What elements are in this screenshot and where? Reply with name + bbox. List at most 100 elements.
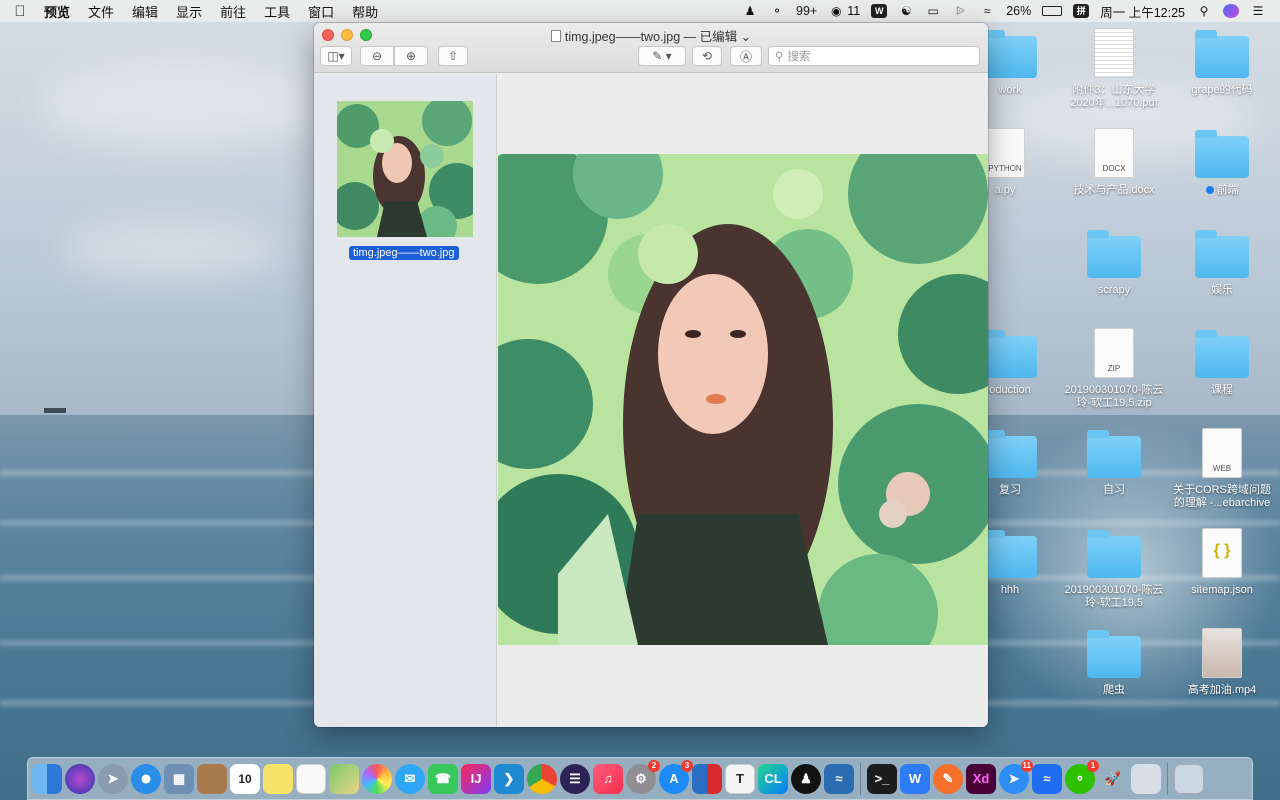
menu-window[interactable]: 窗口 xyxy=(299,2,343,21)
zoom-in-button[interactable]: ⊕ xyxy=(394,46,428,66)
launchpad-icon[interactable]: ➤ xyxy=(98,763,128,794)
wechat-status-icon[interactable]: ⚬ xyxy=(769,4,785,18)
music-icon[interactable]: ♫ xyxy=(593,763,623,794)
main-image[interactable] xyxy=(498,154,988,645)
sidebar-toggle-button[interactable]: ◫▾ xyxy=(320,46,352,66)
clion-icon[interactable]: CL xyxy=(758,763,788,794)
wifi-icon[interactable]: ≈ xyxy=(979,4,995,18)
wps-icon[interactable]: W xyxy=(900,763,930,794)
battery-icon[interactable] xyxy=(1042,6,1063,16)
desktop-folder-crawler[interactable]: 爬虫 xyxy=(1064,630,1164,697)
pdf-file-icon xyxy=(1094,28,1134,78)
adobe-xd-icon[interactable]: Xd xyxy=(966,763,996,794)
menu-app-name[interactable]: 预览 xyxy=(40,2,79,21)
chrome-icon[interactable] xyxy=(527,763,557,794)
finder-icon[interactable] xyxy=(32,763,62,794)
menu-tools[interactable]: 工具 xyxy=(255,2,299,21)
desktop-folder-courses[interactable]: 课程 xyxy=(1172,330,1272,397)
desktop-folder-selfstudy[interactable]: 自习 xyxy=(1064,430,1164,497)
photos-icon[interactable] xyxy=(362,763,392,794)
wps-status-icon[interactable]: W xyxy=(871,4,888,18)
facetime-icon[interactable]: ☎ xyxy=(428,763,458,794)
desktop-folder-scrapy[interactable]: scrapy xyxy=(1064,230,1164,297)
bluetooth-icon[interactable]: ᐉ xyxy=(952,4,968,18)
menu-file[interactable]: 文件 xyxy=(79,2,123,21)
menu-go[interactable]: 前往 xyxy=(211,2,255,21)
desktop-folder-grape[interactable]: grape的代码 xyxy=(1172,30,1272,97)
json-file-icon: { } xyxy=(1202,528,1242,578)
thumbnail-image[interactable] xyxy=(337,101,473,237)
spotlight-search-icon[interactable]: ⚲ xyxy=(1196,4,1212,18)
desktop-file-json[interactable]: { } sitemap.json xyxy=(1172,528,1272,597)
desktop-folder-frontend[interactable]: 前端 xyxy=(1172,130,1272,197)
folder-icon xyxy=(1195,130,1249,178)
folder-icon xyxy=(983,30,1037,78)
qq-icon[interactable]: ♟ xyxy=(791,763,821,794)
reminders-icon[interactable] xyxy=(296,763,326,794)
parallels-icon[interactable] xyxy=(692,763,722,794)
airplay-icon[interactable]: ▭ xyxy=(925,4,941,18)
terminal-icon[interactable]: >_ xyxy=(867,763,897,794)
sketch-pen-icon[interactable]: ✎ xyxy=(933,763,963,794)
desktop-file-zip[interactable]: ZIP 201900301070-陈云玲-软工19.5.zip xyxy=(1064,328,1164,410)
notification-app-icon[interactable]: ◉ xyxy=(828,4,844,18)
menu-help[interactable]: 帮助 xyxy=(343,2,387,21)
folder-icon xyxy=(1195,30,1249,78)
search-icon: ⚲ xyxy=(775,51,784,63)
desktop-file-docx[interactable]: DOCX 技术与产品.docx xyxy=(1064,128,1164,197)
qq-status-icon[interactable]: ♟ xyxy=(742,4,758,18)
input-method-icon[interactable]: 拼 xyxy=(1073,4,1090,18)
feishu-icon[interactable]: ➤ 11 xyxy=(999,759,1033,794)
calendar-icon[interactable]: 10 xyxy=(230,763,260,794)
window-title-filename: timg.jpeg——two.jpg xyxy=(564,30,681,44)
zoom-out-button[interactable]: ⊖ xyxy=(360,46,394,66)
apple-menu-icon[interactable]:  xyxy=(0,3,40,20)
share-button[interactable]: ⇧ xyxy=(438,46,468,66)
desktop-file-pdf[interactable]: 附件3：山东大学 2020年...1070.pdf xyxy=(1064,28,1164,110)
rotate-button[interactable]: ⟲ xyxy=(692,46,722,66)
thumbnail-label[interactable]: timg.jpeg——two.jpg xyxy=(349,246,459,260)
markup-toolbar-button[interactable]: Ⓐ xyxy=(730,46,762,66)
image-canvas[interactable] xyxy=(498,74,988,727)
intellij-icon[interactable]: IJ xyxy=(461,763,491,794)
rocket-icon[interactable]: 🚀 xyxy=(1098,764,1128,794)
folder-icon xyxy=(983,330,1037,378)
folder-icon xyxy=(1087,630,1141,678)
menu-view[interactable]: 显示 xyxy=(167,2,211,21)
stickies-icon[interactable] xyxy=(263,763,293,794)
system-preferences-icon[interactable]: ⚙ 2 xyxy=(626,759,660,794)
siri-icon[interactable] xyxy=(1223,4,1239,18)
wireshark-icon[interactable]: ≈ xyxy=(824,763,854,794)
window-titlebar[interactable]: timg.jpeg——two.jpg — 已编辑 ⌄ ◫▾ ⊖ ⊕ ⇧ ✎ ▾ … xyxy=(314,23,988,73)
siri-icon[interactable] xyxy=(65,763,95,794)
document-proxy-icon[interactable] xyxy=(550,30,561,42)
wechat-icon[interactable]: ⚬ 1 xyxy=(1065,759,1099,794)
maps-icon[interactable] xyxy=(329,763,359,794)
creative-cloud-icon[interactable]: ☯ xyxy=(898,4,914,18)
vscode-icon[interactable]: ❯ xyxy=(494,763,524,794)
desktop-folder-entertainment[interactable]: 娱乐 xyxy=(1172,230,1272,297)
notefile-icon[interactable] xyxy=(197,763,227,794)
webarchive-file-icon: WEB xyxy=(1202,428,1242,478)
dock: ➤ ▦ 10 ✉ ☎ IJ ❯ ☰ ♫ ⚙ 2 A3 T CL ♟ ≈ >_ W … xyxy=(27,757,1253,800)
typora-icon[interactable]: T xyxy=(725,763,755,794)
trash-icon[interactable] xyxy=(1174,763,1204,794)
safari-icon[interactable] xyxy=(131,763,161,794)
messages-icon[interactable]: ✉ xyxy=(395,763,425,794)
notification-center-icon[interactable]: ☰ xyxy=(1250,4,1266,18)
desktop-file-webarchive[interactable]: WEB 关于CORS跨域问题的理解 -...ebarchive xyxy=(1172,428,1272,510)
chevron-down-icon[interactable]: ⌄ xyxy=(741,30,751,44)
preview-app-icon[interactable]: ▦ xyxy=(164,763,194,794)
desktop-file-video[interactable]: 高考加油.mp4 xyxy=(1172,628,1272,697)
search-input[interactable]: ⚲ 搜索 xyxy=(768,46,980,66)
app-store-icon[interactable]: A3 xyxy=(659,759,693,794)
preview-window-icon[interactable] xyxy=(1131,763,1161,794)
markup-pen-button[interactable]: ✎ ▾ xyxy=(638,46,686,66)
lark-icon[interactable]: ≈ xyxy=(1032,763,1062,794)
eclipse-icon[interactable]: ☰ xyxy=(560,763,590,794)
thumbnail-sidebar[interactable]: timg.jpeg——two.jpg xyxy=(314,74,497,727)
menu-edit[interactable]: 编辑 xyxy=(123,2,167,21)
folder-icon xyxy=(1087,430,1141,478)
clock[interactable]: 周一 上午12:25 xyxy=(1100,2,1185,21)
desktop-folder-homework[interactable]: 201900301070-陈云玲-软工19.5 xyxy=(1064,530,1164,610)
